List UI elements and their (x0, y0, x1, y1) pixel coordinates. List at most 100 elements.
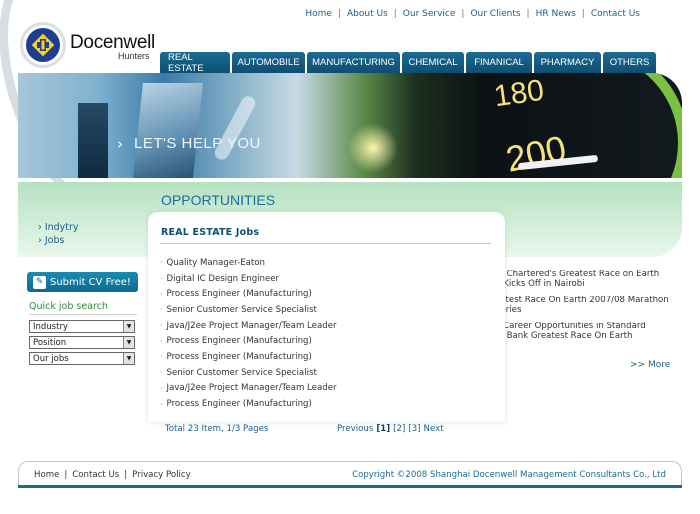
job-item[interactable]: · Senior Customer Service Specialist (160, 302, 337, 318)
bullet-icon: · (160, 399, 163, 409)
footer-bar (18, 485, 682, 488)
page-1-link[interactable]: [1] (376, 424, 390, 434)
news-line: rd Bank Greatest Race On Earth (495, 330, 633, 341)
nav-separator: | (461, 9, 465, 19)
job-title: Digital IC Design Engineer (166, 273, 280, 284)
divider (160, 243, 491, 244)
bullet-icon: · (160, 289, 163, 299)
nav-contact-link[interactable]: Contact Us (591, 9, 640, 19)
nav-clients-link[interactable]: Our Clients (470, 9, 520, 19)
footer-separator: | (124, 470, 128, 480)
tab-pharmacy[interactable]: PHARMACY (534, 52, 601, 73)
job-title: Senior Customer Service Specialist (166, 304, 317, 315)
logo-mark-icon (31, 33, 55, 57)
banner-spark-image (348, 123, 398, 173)
footer-separator: | (64, 470, 68, 480)
news-line: 8 Kicks Off in Nairobi (495, 278, 585, 289)
position-select[interactable]: Position ▼ (29, 336, 135, 349)
news-line: eatest Race On Earth 2007/08 Marathon (495, 296, 669, 305)
bullet-icon: · (160, 321, 163, 331)
job-title: Process Engineer (Manufacturing) (166, 399, 312, 410)
job-item[interactable]: · Process Engineer (Manufacturing) (160, 286, 337, 302)
job-item[interactable]: · Process Engineer (Manufacturing) (160, 333, 337, 349)
pagination: Previous [1] [2] [3] Next (337, 424, 444, 434)
job-title: Java/J2ee Project Manager/Team Leader (166, 383, 337, 394)
submit-cv-button[interactable]: ✎ Submit CV Free! (27, 272, 138, 292)
footer-privacy-link[interactable]: Privacy Policy (132, 470, 191, 480)
banner-building-image (78, 103, 108, 178)
section-title: OPPORTUNITIES (161, 192, 276, 208)
tab-chemical[interactable]: CHEMICAL (402, 52, 464, 73)
nav-separator: | (337, 9, 341, 19)
nav-about-link[interactable]: About Us (347, 9, 388, 19)
job-item[interactable]: · Java/J2ee Project Manager/Team Leader (160, 381, 337, 397)
job-title: Process Engineer (Manufacturing) (166, 351, 312, 362)
job-item[interactable]: · Java/J2ee Project Manager/Team Leader (160, 318, 337, 334)
bullet-icon: · (160, 258, 163, 268)
industry-select[interactable]: Industry ▼ (29, 320, 135, 333)
logo-subtitle: Hunters (118, 51, 150, 61)
news-item[interactable]: eatest Race On Earth 2007/08 Marathon Se… (495, 296, 670, 315)
banner-gauge-number: 180 (491, 73, 547, 114)
tab-automobile[interactable]: AUTOMOBILE (232, 52, 305, 73)
logo-emblem (26, 28, 60, 62)
nav-separator: | (581, 9, 585, 19)
bullet-icon: · (160, 336, 163, 346)
page-3-link[interactable]: [3] (408, 424, 420, 434)
bullet-icon: · (160, 383, 163, 393)
copyright: Copyright ©2008 Shanghai Docenwell Manag… (352, 470, 666, 480)
previous-page-link[interactable]: Previous (337, 424, 373, 434)
divider (29, 314, 137, 315)
chevron-down-icon: ▼ (123, 337, 134, 348)
nav-service-link[interactable]: Our Service (403, 9, 456, 19)
job-item[interactable]: · Senior Customer Service Specialist (160, 365, 337, 381)
quick-search-heading: Quick job search (29, 301, 108, 312)
position-select-value: Position (33, 337, 67, 348)
chevron-right-icon: › (117, 135, 123, 153)
chevron-down-icon: ▼ (123, 353, 134, 364)
footer-home-link[interactable]: Home (34, 470, 59, 480)
news-line: Series (495, 304, 522, 315)
footer-links: Home | Contact Us | Privacy Policy (34, 470, 191, 480)
job-item[interactable]: · Process Engineer (Manufacturing) (160, 396, 337, 412)
sidebar-item-jobs[interactable]: › Jobs (38, 235, 79, 246)
top-nav: Home | About Us | Our Service | Our Clients… (305, 9, 640, 19)
footer-contact-link[interactable]: Contact Us (72, 470, 119, 480)
total-items: Total 23 Item, 1/3 Pages (165, 424, 269, 434)
sidebar-item-label: Indytry (44, 222, 79, 233)
sidebar-item-industry[interactable]: › Indytry (38, 222, 79, 233)
job-item[interactable]: · Process Engineer (Manufacturing) (160, 349, 337, 365)
tab-real-estate[interactable]: REAL ESTATE (160, 52, 230, 74)
nav-separator: | (526, 9, 530, 19)
job-title: Quality Manager-Eaton (166, 257, 265, 268)
tab-finanical[interactable]: FINANICAL (466, 52, 532, 73)
job-item[interactable]: · Quality Manager-Eaton (160, 255, 337, 271)
nav-separator: | (393, 9, 397, 19)
banner-slogan: LET'S HELP YOU (134, 135, 261, 152)
sidebar-links: › Indytry › Jobs (38, 222, 79, 248)
nav-hrnews-link[interactable]: HR News (536, 9, 576, 19)
tab-others[interactable]: OTHERS (603, 52, 656, 73)
page-2-link[interactable]: [2] (393, 424, 405, 434)
nav-home-link[interactable]: Home (305, 9, 332, 19)
news-item[interactable]: rd Chartered's Greatest Race on Earth 8 … (495, 270, 670, 289)
job-title: Java/J2ee Project Manager/Team Leader (166, 320, 337, 331)
jobs-panel-title: REAL ESTATE Jobs (161, 227, 260, 238)
next-page-link[interactable]: Next (424, 424, 444, 434)
tab-manufacturing[interactable]: MANUFACTURING (307, 52, 400, 73)
more-news-link[interactable]: >> More (630, 360, 670, 370)
job-list: · Quality Manager-Eaton · Digital IC Desig… (160, 255, 337, 412)
industry-select-value: Industry (33, 321, 68, 332)
bullet-icon: · (160, 368, 163, 378)
job-item[interactable]: · Digital IC Design Engineer (160, 271, 337, 287)
chevron-down-icon: ▼ (123, 321, 134, 332)
category-tabs: REAL ESTATE AUTOMOBILE MANUFACTURING CHE… (160, 52, 656, 74)
news-item[interactable]: g Career Opportunities in Standard rd Ba… (495, 322, 670, 341)
edit-document-icon: ✎ (33, 275, 46, 289)
logo-icon[interactable] (20, 22, 66, 68)
our-jobs-select[interactable]: Our jobs ▼ (29, 352, 135, 365)
bullet-icon: · (160, 305, 163, 315)
sidebar-item-label: Jobs (44, 235, 65, 246)
our-jobs-select-value: Our jobs (33, 353, 69, 364)
job-title: Process Engineer (Manufacturing) (166, 289, 312, 300)
